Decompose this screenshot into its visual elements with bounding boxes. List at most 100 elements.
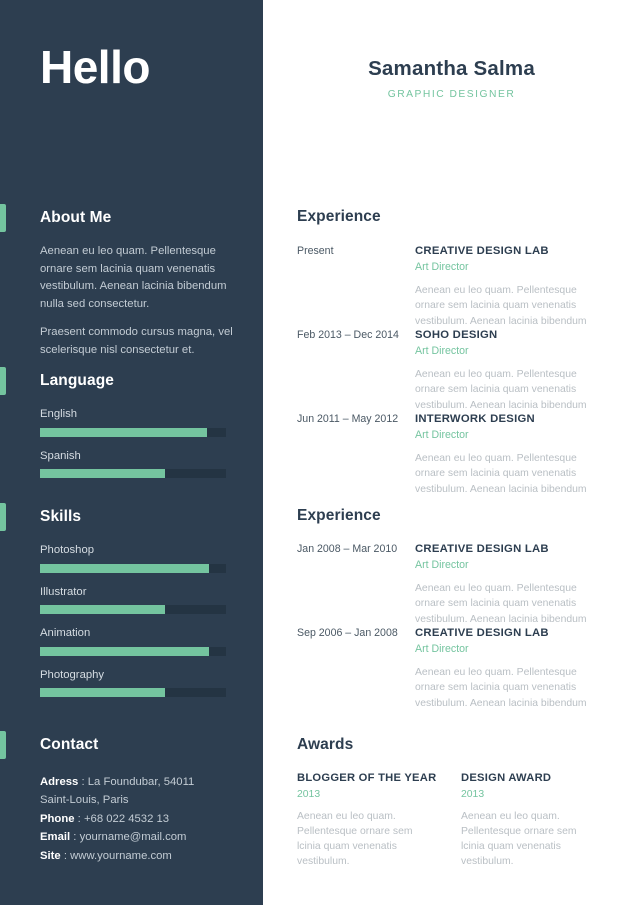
entry-date: Present bbox=[297, 245, 334, 257]
entry-company: SOHO DESIGN bbox=[415, 329, 498, 341]
contact-label: Site bbox=[40, 849, 61, 862]
award-year: 2013 bbox=[461, 789, 485, 800]
entry-description: Aenean eu leo quam. Pellentesque ornare … bbox=[415, 369, 587, 411]
meter-item: Animation bbox=[40, 627, 226, 656]
header-name-block: Samantha Salma GRAPHIC DESIGNER bbox=[263, 57, 640, 100]
contact-value[interactable]: www.yourname.com bbox=[70, 850, 172, 862]
contact-sep: : bbox=[60, 849, 71, 862]
award-title: DESIGN AWARD bbox=[461, 772, 552, 784]
meter-item: English bbox=[40, 408, 226, 437]
meter-fill bbox=[40, 427, 208, 437]
entry-date: Sep 2006 – Jan 2008 bbox=[297, 627, 398, 639]
meter-fill bbox=[40, 688, 165, 698]
contact-value[interactable]: yourname@mail.com bbox=[80, 831, 187, 843]
entry-description: Aenean eu leo quam. Pellentesque ornare … bbox=[415, 667, 587, 709]
entry-date: Feb 2013 – Dec 2014 bbox=[297, 329, 399, 341]
contact-line-site[interactable]: Site : www.yourname.com bbox=[40, 847, 250, 865]
greeting-heading: Hello bbox=[40, 41, 150, 93]
meter-track bbox=[40, 688, 226, 698]
entry-role: Art Director bbox=[415, 429, 469, 442]
entry-company: INTERWORK DESIGN bbox=[415, 413, 535, 425]
about-text: Aenean eu leo quam. Pellentesque ornare … bbox=[40, 243, 235, 359]
entry-body: SOHO DESIGN Art Director Aenean eu leo q… bbox=[415, 328, 637, 413]
entry-body: CREATIVE DESIGN LAB Art Director Aenean … bbox=[415, 542, 637, 627]
meter-track bbox=[40, 605, 226, 615]
meter-fill bbox=[40, 469, 165, 479]
contact-sep: : bbox=[70, 831, 80, 844]
award-item: BLOGGER OF THE YEAR 2013 Aenean eu leo q… bbox=[297, 771, 439, 869]
contact-sep: : bbox=[74, 812, 84, 825]
meter-label: Photography bbox=[40, 668, 105, 681]
entry-role: Art Director bbox=[415, 261, 469, 274]
entry-description: Aenean eu leo quam. Pellentesque ornare … bbox=[415, 285, 587, 327]
meter-track bbox=[40, 563, 226, 573]
experience-entry: Jan 2008 – Mar 2010 CREATIVE DESIGN LAB … bbox=[297, 542, 637, 627]
meter-fill bbox=[40, 563, 210, 573]
meter-item: Photoshop bbox=[40, 544, 226, 573]
skills-heading: Skills bbox=[40, 508, 82, 525]
meter-track bbox=[40, 646, 226, 656]
experience-entry: Present CREATIVE DESIGN LAB Art Director… bbox=[297, 244, 637, 329]
entry-company: CREATIVE DESIGN LAB bbox=[415, 543, 549, 555]
meter-track bbox=[40, 427, 226, 437]
meter-fill bbox=[40, 646, 210, 656]
contact-label: Phone bbox=[40, 812, 75, 825]
resume-page: Hello About Me Aenean eu leo quam. Pelle… bbox=[0, 0, 640, 905]
contact-line-address: Adress : La Foundubar, 54011 bbox=[40, 773, 250, 791]
meter-track bbox=[40, 469, 226, 479]
main-content: Samantha Salma GRAPHIC DESIGNER Experien… bbox=[263, 0, 640, 905]
experience-entry: Feb 2013 – Dec 2014 SOHO DESIGN Art Dire… bbox=[297, 328, 637, 413]
contact-value: La Foundubar, 54011 bbox=[87, 776, 195, 788]
contact-label: Adress bbox=[40, 776, 79, 788]
award-description: Aenean eu leo quam. Pellentesque ornare … bbox=[461, 811, 577, 868]
contact-line-email[interactable]: Email : yourname@mail.com bbox=[40, 828, 250, 846]
entry-date: Jan 2008 – Mar 2010 bbox=[297, 543, 398, 555]
contact-line-address2: Saint-Louis, Paris bbox=[40, 791, 250, 809]
meter-label: Spanish bbox=[40, 449, 81, 462]
meter-fill bbox=[40, 605, 165, 615]
page-title: Samantha Salma bbox=[368, 57, 535, 80]
job-title: GRAPHIC DESIGNER bbox=[387, 88, 516, 100]
sidebar: Hello About Me Aenean eu leo quam. Pelle… bbox=[0, 0, 263, 905]
meter-item: Photography bbox=[40, 669, 226, 698]
entry-company: CREATIVE DESIGN LAB bbox=[415, 627, 549, 639]
language-meters: English Spanish bbox=[40, 408, 226, 491]
accent-bar-language bbox=[0, 367, 6, 395]
about-paragraph: Aenean eu leo quam. Pellentesque ornare … bbox=[40, 245, 227, 310]
experience-entry: Jun 2011 – May 2012 INTERWORK DESIGN Art… bbox=[297, 412, 637, 497]
entry-body: CREATIVE DESIGN LAB Art Director Aenean … bbox=[415, 626, 637, 711]
entry-role: Art Director bbox=[415, 643, 469, 656]
award-description: Aenean eu leo quam. Pellentesque ornare … bbox=[297, 811, 413, 868]
experience-heading-2: Experience bbox=[297, 507, 381, 524]
contact-value: Saint-Louis, Paris bbox=[40, 794, 129, 807]
experience-entry: Sep 2006 – Jan 2008 CREATIVE DESIGN LAB … bbox=[297, 626, 637, 711]
contact-sep: : bbox=[78, 776, 88, 788]
entry-date: Jun 2011 – May 2012 bbox=[297, 413, 399, 425]
entry-description: Aenean eu leo quam. Pellentesque ornare … bbox=[415, 583, 587, 625]
contact-details: Adress : La Foundubar, 54011 Saint-Louis… bbox=[40, 773, 250, 865]
meter-label: English bbox=[40, 408, 78, 420]
meter-label: Illustrator bbox=[40, 585, 87, 598]
meter-label: Animation bbox=[40, 627, 91, 640]
meter-label: Photoshop bbox=[40, 544, 95, 556]
accent-bar-skills bbox=[0, 503, 6, 531]
contact-heading: Contact bbox=[40, 736, 99, 753]
skills-meters: Photoshop Illustrator Animation Photogra… bbox=[40, 544, 226, 710]
contact-line-phone: Phone : +68 022 4532 13 bbox=[40, 810, 250, 828]
contact-value: +68 022 4532 13 bbox=[83, 812, 170, 825]
experience-heading-1: Experience bbox=[297, 208, 381, 225]
about-heading: About Me bbox=[40, 209, 112, 226]
award-year: 2013 bbox=[297, 789, 321, 800]
award-item: DESIGN AWARD 2013 Aenean eu leo quam. Pe… bbox=[461, 771, 603, 869]
entry-company: CREATIVE DESIGN LAB bbox=[415, 245, 549, 257]
entry-role: Art Director bbox=[415, 559, 469, 572]
awards-heading: Awards bbox=[297, 736, 354, 753]
meter-item: Spanish bbox=[40, 450, 226, 479]
awards-list: BLOGGER OF THE YEAR 2013 Aenean eu leo q… bbox=[297, 771, 640, 869]
award-title: BLOGGER OF THE YEAR bbox=[297, 772, 437, 784]
entry-body: INTERWORK DESIGN Art Director Aenean eu … bbox=[415, 412, 637, 497]
language-heading: Language bbox=[40, 372, 115, 389]
contact-label: Email bbox=[40, 831, 71, 844]
accent-bar-about bbox=[0, 204, 6, 232]
accent-bar-contact bbox=[0, 731, 6, 759]
